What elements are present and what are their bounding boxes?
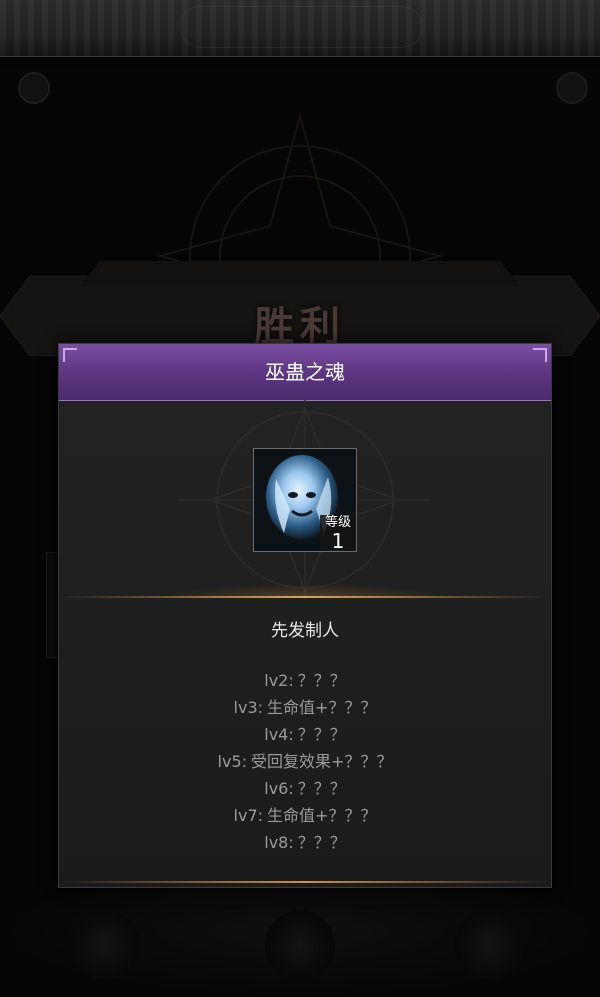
level-effect-line: lv5: 受回复效果+？？？ bbox=[59, 748, 551, 775]
dialog-header: 巫蛊之魂 bbox=[59, 344, 551, 401]
level-badge: 等级 1 bbox=[320, 515, 356, 551]
effect-text: 生命值+？？？ bbox=[267, 698, 377, 717]
effect-level: lv2 bbox=[264, 671, 289, 690]
item-name: 先发制人 bbox=[271, 621, 339, 641]
level-effect-line: lv4:？？？ bbox=[59, 721, 551, 748]
effect-text: ？？？ bbox=[297, 725, 346, 744]
effect-separator: : bbox=[257, 806, 264, 825]
effect-text: ？？？ bbox=[297, 779, 346, 798]
effect-text: 受回复效果+？？？ bbox=[251, 752, 393, 771]
effect-separator: : bbox=[288, 833, 294, 852]
gold-divider bbox=[61, 596, 549, 598]
effect-separator: : bbox=[257, 698, 264, 717]
effect-separator: : bbox=[288, 671, 294, 690]
effect-text: 生命值+？？？ bbox=[267, 806, 377, 825]
effect-level: lv7 bbox=[233, 806, 258, 825]
level-effect-line: lv2:？？？ bbox=[59, 667, 551, 694]
effect-separator: : bbox=[241, 752, 248, 771]
effect-level: lv5 bbox=[217, 752, 242, 771]
soul-item-slot[interactable]: 等级 1 bbox=[253, 448, 357, 552]
level-effects-list: lv2:？？？ lv3: 生命值+？？？ lv4:？？？ lv5: 受回复效果+？？… bbox=[59, 667, 551, 856]
level-effect-line: lv6:？？？ bbox=[59, 775, 551, 802]
effect-level: lv8 bbox=[264, 833, 289, 852]
effect-separator: : bbox=[288, 779, 294, 798]
bottom-gold-divider bbox=[61, 881, 549, 883]
item-detail-dialog: 巫蛊之魂 等级 1 先发制人 lv2: ？？？ lv3: 生命值+？？？ lv4… bbox=[58, 343, 552, 888]
effect-separator: : bbox=[288, 725, 294, 744]
level-effect-line: lv8:？？？ bbox=[59, 829, 551, 856]
dialog-title: 巫蛊之魂 bbox=[265, 360, 345, 384]
effect-level: lv6 bbox=[264, 779, 289, 798]
level-effect-line: lv3: 生命值+？？？ bbox=[59, 694, 551, 721]
level-effect-line: lv7: 生命值+？？？ bbox=[59, 802, 551, 829]
effect-text: ？？？ bbox=[297, 671, 346, 690]
level-value: 1 bbox=[331, 529, 345, 552]
background-bottom-characters bbox=[0, 888, 600, 997]
effect-level: lv3 bbox=[233, 698, 258, 717]
effect-text: ？？？ bbox=[297, 833, 346, 852]
top-ornament-bar bbox=[0, 0, 600, 57]
effect-level: lv4 bbox=[264, 725, 289, 744]
